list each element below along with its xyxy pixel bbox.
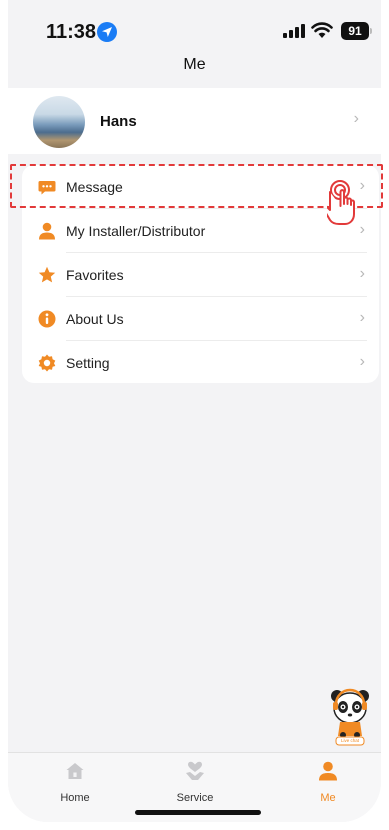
person-icon xyxy=(39,222,55,240)
menu-item-favorites[interactable]: Favorites › xyxy=(22,253,379,297)
status-bar: 11:38 91 xyxy=(8,0,381,62)
tap-hand-icon xyxy=(327,180,355,225)
tab-me[interactable]: Me xyxy=(288,761,368,804)
page-title: Me xyxy=(183,56,206,73)
menu-item-label: About Us xyxy=(66,311,124,327)
chevron-right-icon: › xyxy=(353,110,359,127)
home-indicator xyxy=(135,810,261,815)
tab-label: Service xyxy=(176,792,214,804)
chevron-right-icon: › xyxy=(359,353,365,370)
live-chat-badge: Live chat xyxy=(340,738,359,743)
menu-item-about-us[interactable]: About Us › xyxy=(22,297,379,341)
tab-label: Me xyxy=(320,792,336,804)
gear-icon xyxy=(38,354,56,372)
battery-indicator: 91 xyxy=(341,22,369,40)
tab-home[interactable]: Home xyxy=(35,761,115,804)
battery-tip xyxy=(370,28,372,34)
wifi-icon xyxy=(311,22,333,38)
status-time: 11:38 xyxy=(46,21,97,43)
signal-icon xyxy=(283,24,305,38)
menu-item-label: Favorites xyxy=(66,267,124,283)
star-icon xyxy=(38,266,56,283)
menu-item-label: My Installer/Distributor xyxy=(66,223,206,239)
tab-service[interactable]: Service xyxy=(155,761,235,804)
profile-row[interactable]: Hans › xyxy=(8,88,381,154)
live-chat-mascot[interactable]: Live chat xyxy=(330,688,370,751)
heart-hand-icon xyxy=(186,761,204,780)
menu-item-setting[interactable]: Setting › xyxy=(22,341,379,385)
phone-screen: 11:38 91 Me Hans › Message › My Installe… xyxy=(8,0,381,822)
chevron-right-icon: › xyxy=(359,309,365,326)
location-icon xyxy=(97,22,117,42)
avatar xyxy=(33,96,85,148)
tab-label: Home xyxy=(60,792,90,804)
profile-name: Hans xyxy=(100,113,137,130)
menu-item-label: Setting xyxy=(66,355,110,371)
info-icon xyxy=(38,310,56,328)
menu-item-installer[interactable]: My Installer/Distributor › xyxy=(22,209,379,253)
home-icon xyxy=(66,763,84,779)
user-icon xyxy=(319,761,337,781)
chevron-right-icon: › xyxy=(359,265,365,282)
